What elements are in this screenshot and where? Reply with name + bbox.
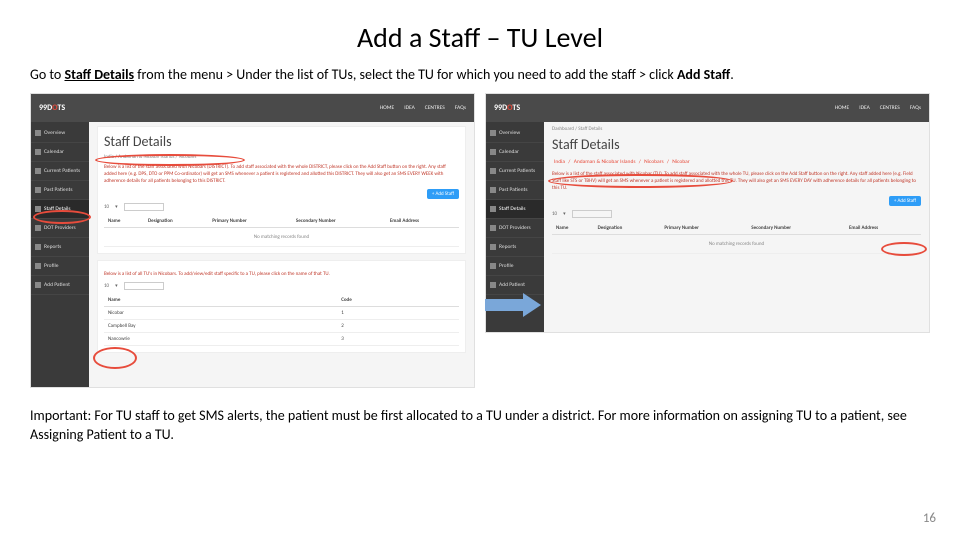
archive-icon [490, 187, 496, 193]
staff-icon [35, 206, 41, 212]
tu-table: NameCode Nicobar1 Campbell Bay2 Nancowri… [104, 294, 459, 346]
page-number: 16 [923, 511, 936, 526]
sidebar-item-past-patients[interactable]: Past Patients [486, 181, 544, 200]
nav-home[interactable]: HOME [380, 105, 394, 111]
app-topbar: 99DOTS HOME IDEA CENTRES FAQs [31, 94, 474, 122]
nav-faqs[interactable]: FAQs [910, 105, 921, 111]
calendar-icon [490, 149, 496, 155]
search-input[interactable] [124, 203, 164, 211]
plus-icon [35, 282, 41, 288]
nav-centres[interactable]: CENTRES [425, 105, 445, 111]
page-size[interactable]: 10 [104, 283, 109, 289]
arrow-icon [485, 293, 545, 317]
page-heading: Staff Details [552, 136, 921, 153]
tu-row-nicobar[interactable]: Nicobar1 [104, 306, 459, 319]
report-icon [490, 244, 496, 250]
archive-icon [35, 187, 41, 193]
assigning-patient-link[interactable]: Assigning Patient to a TU [30, 426, 170, 443]
dashboard-icon [490, 130, 496, 136]
dashboard-icon [35, 130, 41, 136]
nav-idea[interactable]: IDEA [859, 105, 870, 111]
add-staff-button[interactable]: + Add Staff [427, 189, 459, 199]
sidebar-item-calendar[interactable]: Calendar [31, 143, 89, 162]
tu-row-campbell[interactable]: Campbell Bay2 [104, 319, 459, 332]
sidebar-item-dot-providers[interactable]: DOT Providers [486, 219, 544, 238]
profile-icon [35, 263, 41, 269]
search-input[interactable] [572, 210, 612, 218]
search-input[interactable] [124, 282, 164, 290]
breadcrumb[interactable]: India / Andaman & Nicobar Islands / Nico… [552, 159, 921, 165]
sidebar-item-add-patient[interactable]: Add Patient [31, 276, 89, 295]
no-records: No matching records found [552, 234, 921, 253]
sidebar-item-staff-details[interactable]: Staff Details [31, 200, 89, 219]
page-size[interactable]: 10 [104, 204, 109, 210]
staff-details-link: Staff Details [64, 66, 134, 83]
profile-icon [490, 263, 496, 269]
provider-icon [35, 225, 41, 231]
tu-list-info: Below is a list of all TU's in Nicobars.… [104, 271, 459, 278]
instruction-text: Go to Staff Details from the menu > Unde… [30, 65, 930, 85]
users-icon [35, 168, 41, 174]
screenshot-after: Logged in as "heritage" 99DOTS HOME IDEA… [485, 93, 930, 333]
staff-icon [490, 206, 496, 212]
sidebar-item-current-patients[interactable]: Current Patients [486, 162, 544, 181]
sidebar-item-current-patients[interactable]: Current Patients [31, 162, 89, 181]
sidebar-item-profile[interactable]: Profile [486, 257, 544, 276]
sidebar-item-profile[interactable]: Profile [31, 257, 89, 276]
nav-idea[interactable]: IDEA [404, 105, 415, 111]
sidebar-item-reports[interactable]: Reports [31, 238, 89, 257]
sidebar-item-calendar[interactable]: Calendar [486, 143, 544, 162]
sidebar-item-dot-providers[interactable]: DOT Providers [31, 219, 89, 238]
sidebar-item-staff-details[interactable]: Staff Details [486, 200, 544, 219]
page-size[interactable]: 10 [552, 211, 557, 217]
no-records: No matching records found [104, 227, 459, 246]
users-icon [490, 168, 496, 174]
nav-centres[interactable]: CENTRES [880, 105, 900, 111]
tu-info-text: Below is a list of the staff associated … [552, 171, 921, 192]
screenshot-before: Logged in as "localadmin" 99DOTS HOME ID… [30, 93, 475, 388]
plus-icon [490, 282, 496, 288]
calendar-icon [35, 149, 41, 155]
app-topbar: 99DOTS HOME IDEA CENTRES FAQs [486, 94, 929, 122]
report-icon [35, 244, 41, 250]
district-info-text: Below is a list of the staff associated … [104, 164, 459, 185]
important-note: Important: For TU staff to get SMS alert… [30, 406, 930, 445]
breadcrumb: India / Andaman & Nicobar Islands / Nico… [104, 154, 459, 160]
sidebar: Overview Calendar Current Patients Past … [31, 94, 89, 387]
tu-row-nancowrie[interactable]: Nancowrie3 [104, 332, 459, 345]
staff-table: NameDesignationPrimary NumberSecondary N… [552, 222, 921, 254]
nav-home[interactable]: HOME [835, 105, 849, 111]
nav-faqs[interactable]: FAQs [455, 105, 466, 111]
sidebar-item-reports[interactable]: Reports [486, 238, 544, 257]
staff-table: NameDesignationPrimary NumberSecondary N… [104, 215, 459, 247]
page-heading: Staff Details [104, 133, 459, 150]
provider-icon [490, 225, 496, 231]
app-logo: 99DOTS [494, 103, 520, 113]
slide-title: Add a Staff – TU Level [30, 20, 930, 55]
sidebar-item-overview[interactable]: Overview [31, 124, 89, 143]
add-staff-button[interactable]: + Add Staff [889, 196, 921, 206]
app-logo: 99DOTS [39, 103, 65, 113]
dashboard-breadcrumb: Dashboard / Staff Details [552, 126, 921, 132]
sidebar-item-past-patients[interactable]: Past Patients [31, 181, 89, 200]
sidebar-item-overview[interactable]: Overview [486, 124, 544, 143]
